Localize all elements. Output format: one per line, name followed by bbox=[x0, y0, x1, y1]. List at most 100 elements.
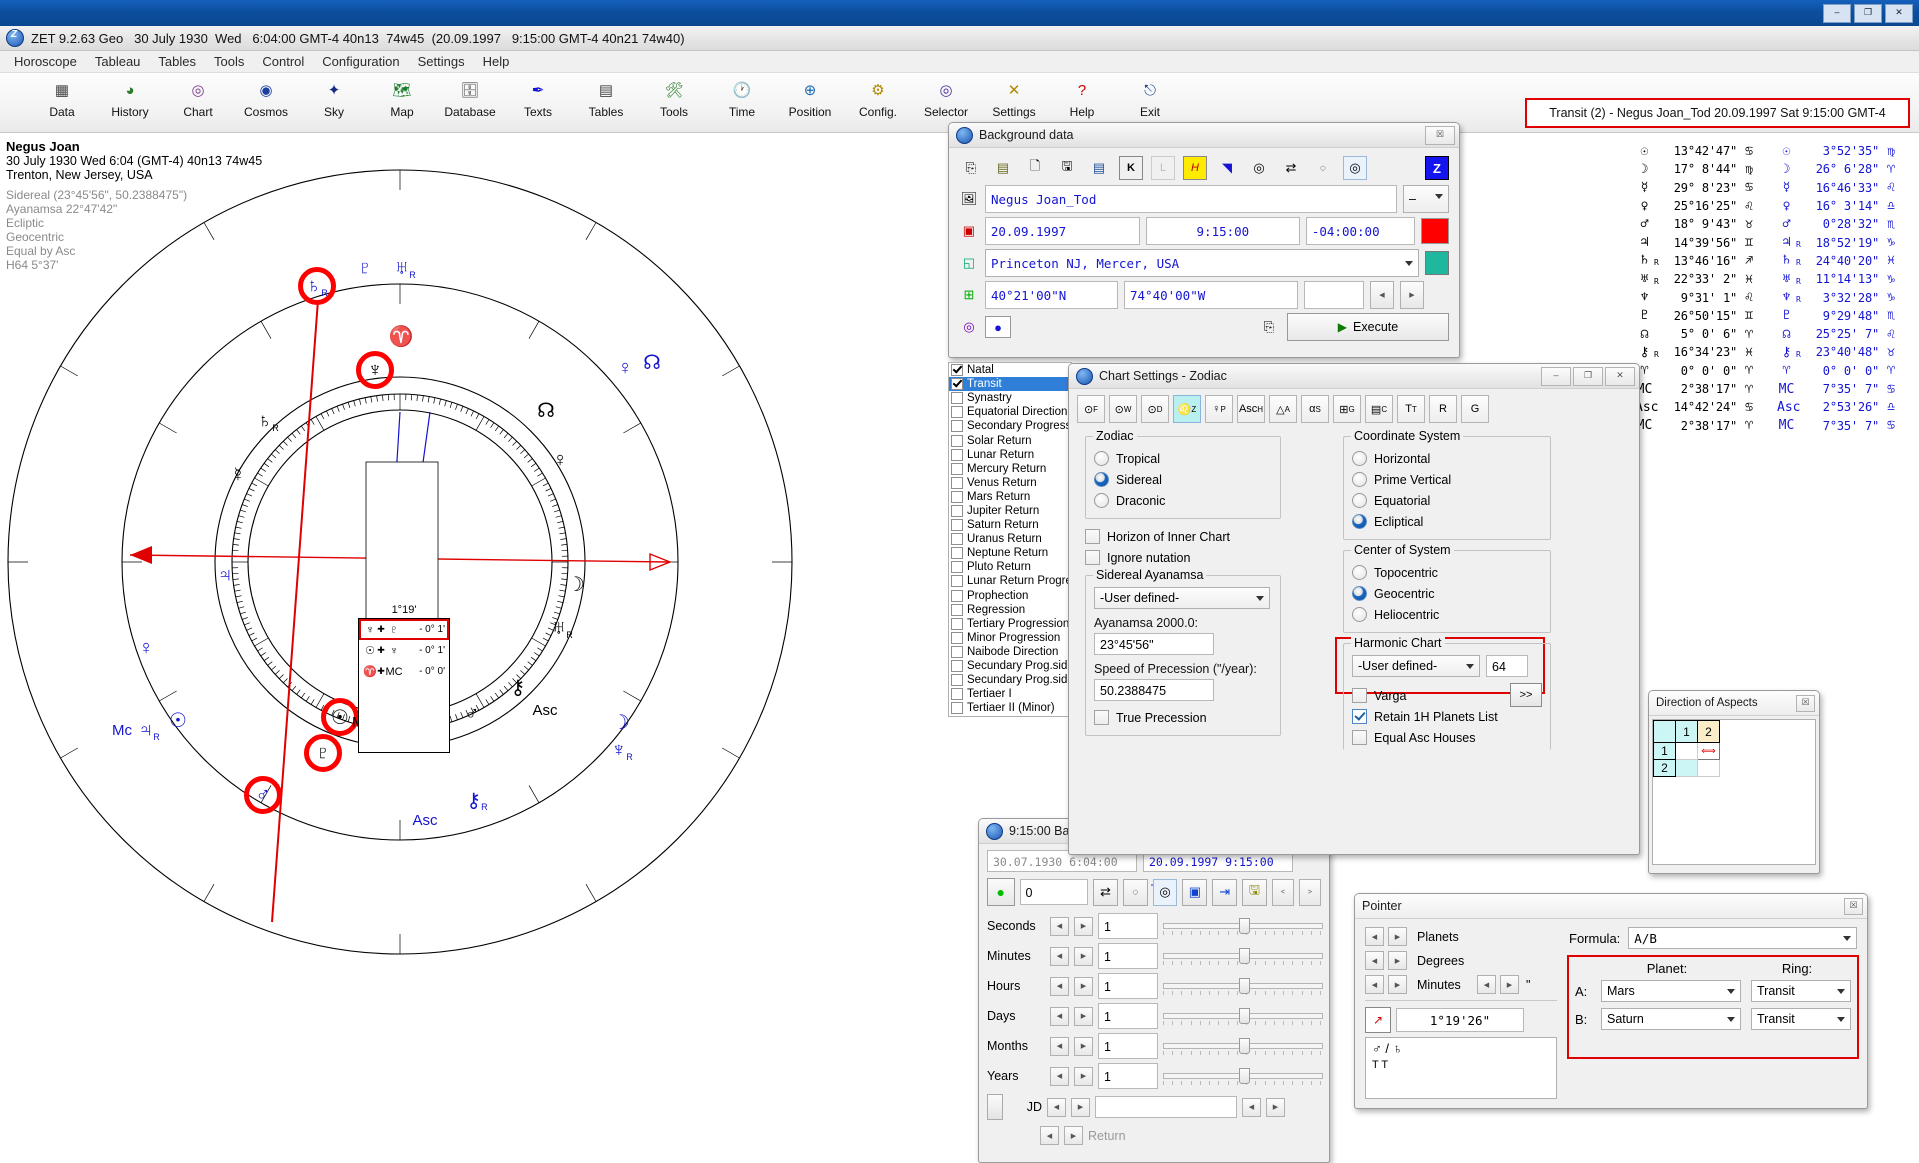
toolbar-button-chart[interactable]: ◎Chart bbox=[164, 73, 232, 119]
zodiac-option-tropical[interactable]: Tropical bbox=[1094, 448, 1272, 469]
menu-item-help[interactable]: Help bbox=[474, 52, 519, 71]
direction-of-aspects-dialog[interactable]: Direction of Aspects ☒ 1 2 1 ⟺ 2 bbox=[1648, 690, 1820, 874]
checkbox-icon[interactable] bbox=[951, 491, 963, 503]
stepper-minutes-slider[interactable] bbox=[1163, 948, 1321, 965]
stepper-days-slider[interactable] bbox=[1163, 1008, 1321, 1025]
menu-item-tables[interactable]: Tables bbox=[149, 52, 205, 71]
chart-type-item-equatorial-direction[interactable]: Equatorial Direction bbox=[949, 405, 1071, 419]
dot-button[interactable]: ● bbox=[985, 316, 1011, 338]
stepper-months-dec[interactable]: ◀ bbox=[1050, 1037, 1069, 1056]
stepper-years-input[interactable]: 1 bbox=[1098, 1063, 1158, 1089]
jd-input[interactable] bbox=[1095, 1096, 1237, 1118]
toolbar-button-position[interactable]: ⊕Position bbox=[776, 73, 844, 119]
jd-increment-button[interactable]: ▶ bbox=[1071, 1098, 1090, 1117]
stepper-seconds-input[interactable]: 1 bbox=[1098, 913, 1158, 939]
checkbox-icon[interactable] bbox=[951, 406, 963, 418]
stepper-next-button[interactable]: > bbox=[1299, 879, 1321, 906]
doa-cell-2-2[interactable] bbox=[1698, 760, 1720, 777]
background-name-input[interactable]: Negus Joan_Tod bbox=[985, 185, 1397, 213]
toolbar-button-time[interactable]: 🕐Time bbox=[708, 73, 776, 119]
menu-item-control[interactable]: Control bbox=[253, 52, 313, 71]
paste-icon[interactable]: ▤ bbox=[991, 156, 1015, 180]
close-button[interactable]: ✕ bbox=[1885, 4, 1913, 23]
checkbox-icon[interactable] bbox=[951, 547, 963, 559]
checkbox-icon[interactable] bbox=[951, 561, 963, 573]
aspect-icon[interactable]: ⟺ bbox=[1698, 743, 1720, 760]
chart-type-item-mercury-return[interactable]: Mercury Return bbox=[949, 462, 1071, 476]
background-lon-input[interactable]: 74°40'00"W bbox=[1124, 281, 1298, 309]
chart-type-item-natal[interactable]: Natal bbox=[949, 363, 1071, 377]
coord-option-horizontal[interactable]: Horizontal bbox=[1352, 448, 1542, 469]
chart-type-item-solar-return[interactable]: Solar Return bbox=[949, 433, 1071, 447]
coord-option-prime-vertical[interactable]: Prime Vertical bbox=[1352, 469, 1542, 490]
checkbox-icon[interactable] bbox=[951, 646, 963, 658]
chart-type-item-tertiary-progression[interactable]: Tertiary Progression bbox=[949, 617, 1071, 631]
stepper-days-dec[interactable]: ◀ bbox=[1050, 1007, 1069, 1026]
flag-icon[interactable]: ◥ bbox=[1215, 156, 1239, 180]
swap-icon[interactable]: ⇄ bbox=[1093, 879, 1118, 906]
time-stepper-dialog[interactable]: 9:15:00 Ba 30.07.1930 6:04:00 -4 20.09.1… bbox=[978, 818, 1330, 1163]
equal-asc-houses-checkbox[interactable]: Equal Asc Houses bbox=[1352, 727, 1510, 748]
degrees-inc-button[interactable]: ▶ bbox=[1388, 951, 1407, 970]
stepper-years-slider[interactable] bbox=[1163, 1068, 1321, 1085]
direction-of-aspects-grid[interactable]: 1 2 1 ⟺ 2 bbox=[1652, 719, 1816, 865]
seconds-inc-button[interactable]: ▶ bbox=[1500, 975, 1519, 994]
toolbar-button-tools[interactable]: 🛠Tools bbox=[640, 73, 708, 119]
pair-b-ring-select[interactable]: Transit bbox=[1751, 1008, 1851, 1030]
checkbox-icon[interactable] bbox=[951, 420, 963, 432]
stepper-months-inc[interactable]: ▶ bbox=[1074, 1037, 1093, 1056]
degrees-dec-button[interactable]: ◀ bbox=[1365, 951, 1384, 970]
pair-a-planet-select[interactable]: Mars bbox=[1601, 980, 1741, 1002]
background-time-input[interactable]: 9:15:00 bbox=[1146, 217, 1300, 245]
seconds-dec-button[interactable]: ◀ bbox=[1477, 975, 1496, 994]
menu-item-tableau[interactable]: Tableau bbox=[86, 52, 150, 71]
stepper-minutes-dec[interactable]: ◀ bbox=[1050, 947, 1069, 966]
pointer-dialog[interactable]: Pointer ☒ ◀ ▶ Planets ◀ ▶ Degrees ◀ ▶ Mi… bbox=[1354, 893, 1868, 1109]
toolbar-button-selector[interactable]: ◎Selector bbox=[912, 73, 980, 119]
jd-toggle-button[interactable] bbox=[987, 1094, 1003, 1120]
chart-type-item-saturn-return[interactable]: Saturn Return bbox=[949, 518, 1071, 532]
chart-settings-tab-g2[interactable]: ▤C bbox=[1365, 395, 1393, 423]
checkbox-icon[interactable] bbox=[951, 575, 963, 587]
minutes-inc-button[interactable]: ▶ bbox=[1388, 975, 1407, 994]
chart-type-list[interactable]: NatalTransitSynastryEquatorial Direction… bbox=[948, 362, 1072, 717]
chart-type-item-mars-return[interactable]: Mars Return bbox=[949, 490, 1071, 504]
chart-type-item-secondary-progression[interactable]: Secondary Progression bbox=[949, 419, 1071, 433]
background-date-input[interactable]: 20.09.1997 bbox=[985, 217, 1140, 245]
toolbar-button-sky[interactable]: ✦Sky bbox=[300, 73, 368, 119]
calendar-icon[interactable]: ▤ bbox=[1087, 156, 1111, 180]
return-increment-button[interactable]: ▶ bbox=[1064, 1126, 1083, 1145]
chart-settings-tab-tt[interactable]: TT bbox=[1397, 395, 1425, 423]
export-icon[interactable]: ⇥ bbox=[1212, 879, 1237, 906]
ignore-nutation-checkbox[interactable]: Ignore nutation bbox=[1085, 547, 1281, 568]
stepper-years-dec[interactable]: ◀ bbox=[1050, 1067, 1069, 1086]
chart-type-item-regression[interactable]: Regression bbox=[949, 603, 1071, 617]
harmonic-more-button[interactable]: >> bbox=[1510, 683, 1542, 707]
return-decrement-button[interactable]: ◀ bbox=[1040, 1126, 1059, 1145]
chart-settings-tab-g1[interactable]: ⊞G bbox=[1333, 395, 1361, 423]
toolbar-button-settings[interactable]: ✕Settings bbox=[980, 73, 1048, 119]
stepper-seconds-dec[interactable]: ◀ bbox=[1050, 917, 1069, 936]
copy-icon[interactable]: ⎘ bbox=[959, 156, 983, 180]
background-data-dialog[interactable]: Background data ☒ ⎘ ▤ 🗋 🖫 ▤ K L H ◥ ◎ ⇄ … bbox=[948, 122, 1460, 358]
precession-speed-input[interactable]: 50.2388475 bbox=[1094, 679, 1214, 701]
chart-settings-close-button[interactable]: ✕ bbox=[1605, 367, 1635, 386]
h-icon[interactable]: H bbox=[1183, 156, 1207, 180]
dot-ring-icon[interactable]: ◌ bbox=[1123, 879, 1148, 906]
map-picker-icon[interactable] bbox=[1425, 251, 1449, 275]
ayanamsa-preset-select[interactable]: -User defined- bbox=[1094, 587, 1270, 609]
checkbox-icon[interactable] bbox=[951, 604, 963, 616]
maximize-button[interactable]: ❐ bbox=[1854, 4, 1882, 23]
z-icon[interactable]: Z bbox=[1425, 156, 1449, 180]
menu-item-horoscope[interactable]: Horoscope bbox=[5, 52, 86, 71]
chart-type-item-uranus-return[interactable]: Uranus Return bbox=[949, 532, 1071, 546]
chart-settings-minimize-button[interactable]: – bbox=[1541, 367, 1571, 386]
toolbar-button-help[interactable]: ?Help bbox=[1048, 73, 1116, 119]
background-data-close-button[interactable]: ☒ bbox=[1425, 126, 1455, 145]
chart-type-item-pluto-return[interactable]: Pluto Return bbox=[949, 560, 1071, 574]
retain-1h-planets-checkbox[interactable]: Retain 1H Planets List bbox=[1352, 706, 1510, 727]
center-option-heliocentric[interactable]: Heliocentric bbox=[1352, 604, 1542, 625]
toolbar-button-database[interactable]: 🗄Database bbox=[436, 73, 504, 119]
circle-ring-icon[interactable]: ◎ bbox=[1343, 156, 1367, 180]
stepper-hours-dec[interactable]: ◀ bbox=[1050, 977, 1069, 996]
